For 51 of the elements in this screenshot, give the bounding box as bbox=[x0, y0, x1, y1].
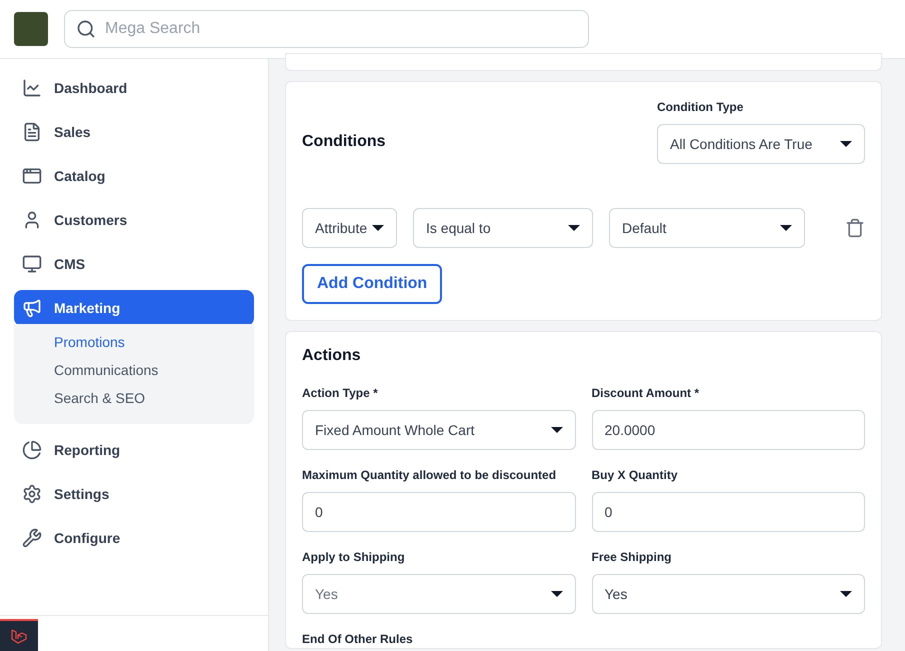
document-icon bbox=[22, 122, 42, 142]
sidebar-item[interactable]: Reporting bbox=[14, 432, 254, 468]
monitor-icon bbox=[22, 254, 42, 274]
settings-icon bbox=[22, 484, 42, 504]
section-title: Conditions bbox=[302, 132, 386, 152]
caret-icon bbox=[840, 141, 852, 147]
search-field[interactable]: Mega Search bbox=[64, 10, 589, 48]
caret-icon bbox=[840, 591, 852, 597]
select-field[interactable]: Is equal to bbox=[413, 208, 593, 248]
caret-icon bbox=[372, 225, 384, 231]
pie-chart-icon bbox=[22, 440, 42, 460]
submenu-item[interactable]: Communications bbox=[54, 356, 254, 384]
caret-icon bbox=[550, 591, 562, 597]
field-label: Action Type * bbox=[302, 385, 379, 402]
add-condition-button[interactable]: Add Condition bbox=[302, 264, 442, 304]
section-title: Actions bbox=[302, 346, 362, 366]
sidebar-item[interactable]: Configure bbox=[14, 520, 254, 556]
input-field[interactable]: 0 bbox=[592, 492, 865, 532]
sidebar-item[interactable]: Catalog bbox=[14, 158, 254, 194]
logo-icon[interactable] bbox=[0, 619, 38, 651]
wrench-icon bbox=[22, 528, 42, 548]
caret-icon bbox=[780, 225, 792, 231]
sidebar-item[interactable]: Customers bbox=[14, 202, 254, 238]
sidebar-item[interactable]: Sales bbox=[14, 114, 254, 150]
search-icon bbox=[76, 19, 96, 39]
select-field[interactable]: Default bbox=[609, 208, 805, 248]
trash-icon[interactable] bbox=[845, 218, 865, 238]
select-field[interactable]: Fixed Amount Whole Cart bbox=[302, 410, 576, 450]
sidebar-item[interactable]: CMS bbox=[14, 246, 254, 282]
window-icon bbox=[22, 166, 42, 186]
sidebar-item[interactable]: Settings bbox=[14, 476, 254, 512]
input-field[interactable]: 20.0000 bbox=[592, 410, 865, 450]
sidebar-item[interactable]: Marketing bbox=[14, 290, 254, 326]
select-field[interactable]: Yes bbox=[592, 574, 865, 614]
submenu-item[interactable]: Search & SEO bbox=[54, 384, 254, 412]
caret-icon bbox=[550, 427, 562, 433]
submenu-item[interactable]: Promotions bbox=[54, 328, 254, 356]
input-field[interactable]: 0 bbox=[302, 492, 576, 532]
chart-icon bbox=[22, 78, 42, 98]
field-label: Free Shipping bbox=[592, 549, 673, 566]
sidebar-item[interactable]: Dashboard bbox=[14, 70, 254, 106]
field-label: End Of Other Rules bbox=[302, 631, 414, 648]
megaphone-icon bbox=[22, 298, 42, 318]
caret-icon bbox=[568, 225, 580, 231]
field-label: Discount Amount * bbox=[592, 385, 700, 402]
field-label: Condition Type bbox=[657, 99, 744, 116]
select-field[interactable]: All Conditions Are True bbox=[657, 124, 865, 164]
field-label: Apply to Shipping bbox=[302, 549, 406, 566]
field-label: Maximum Quantity allowed to be discounted bbox=[302, 467, 558, 484]
select-field[interactable]: Attribute bbox=[302, 208, 397, 248]
field-label: Buy X Quantity bbox=[592, 467, 679, 484]
